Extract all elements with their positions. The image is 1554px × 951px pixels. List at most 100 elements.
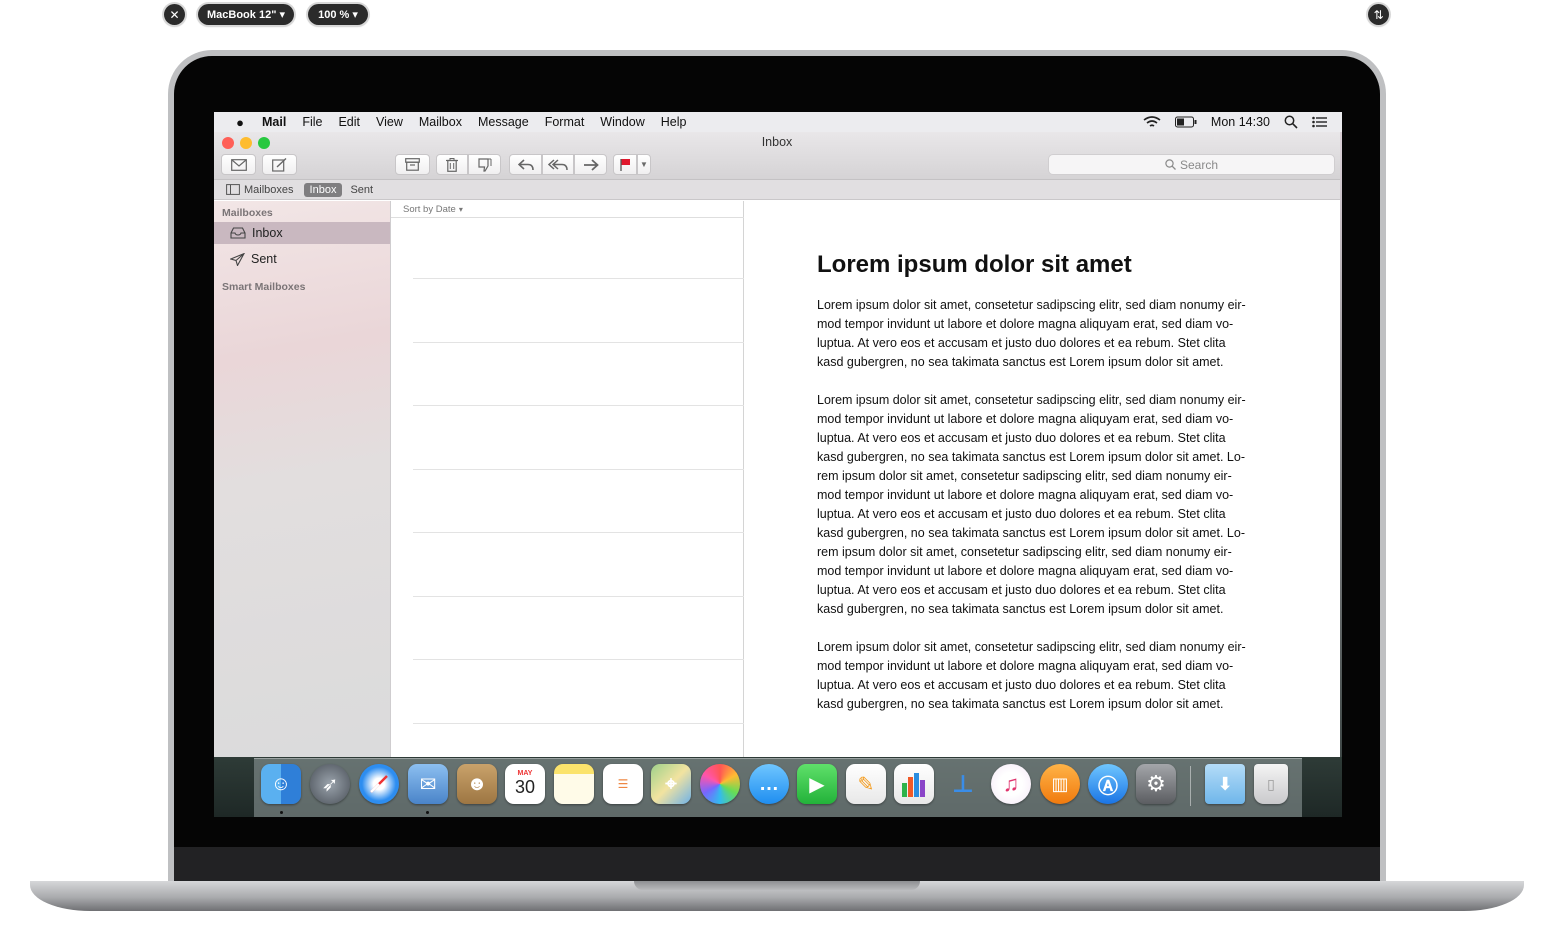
device-select[interactable]: MacBook 12" ▾ bbox=[198, 4, 294, 25]
preview-stage: ✕ MacBook 12" ▾ 100 % ▾ ⇅ ● Mail File Ed… bbox=[0, 0, 1554, 951]
facetime-icon[interactable]: ▶ bbox=[797, 764, 837, 804]
chevron-down-icon: ▾ bbox=[458, 204, 463, 214]
message-viewer: Lorem ipsum dolor sit amet Lorem ipsum d… bbox=[745, 201, 1340, 817]
window-title: Inbox bbox=[761, 135, 793, 149]
wifi-icon[interactable] bbox=[1143, 115, 1161, 129]
list-item-separator bbox=[413, 342, 744, 343]
reply-arrow-icon bbox=[517, 158, 534, 170]
search-placeholder: Search bbox=[1179, 157, 1219, 172]
get-mail-button[interactable] bbox=[221, 154, 256, 175]
mailboxes-label: Mailboxes bbox=[244, 183, 294, 196]
search-field[interactable]: Search bbox=[1048, 154, 1335, 175]
screen: ● Mail File Edit View Mailbox Message Fo… bbox=[214, 112, 1342, 817]
message-title: Lorem ipsum dolor sit amet bbox=[817, 251, 1132, 278]
message-paragraph-2: Lorem ipsum dolor sit amet, consetetur s… bbox=[817, 393, 1246, 616]
sidebar-item-label: Sent bbox=[251, 252, 277, 266]
sidebar-item-label: Inbox bbox=[252, 226, 283, 240]
compass-needle-icon bbox=[370, 775, 388, 793]
notification-center-icon[interactable] bbox=[1312, 116, 1328, 128]
list-item-separator bbox=[413, 532, 744, 533]
compose-icon bbox=[272, 157, 287, 172]
paper-plane-icon bbox=[230, 252, 245, 266]
trash-can-icon bbox=[446, 157, 458, 172]
close-icon: ✕ bbox=[169, 7, 180, 22]
rotate-icon: ⇅ bbox=[1373, 7, 1384, 22]
mail-window: Inbox ▼ Search Mailboxes Inbox Sent Mail… bbox=[214, 132, 1340, 817]
finder-icon[interactable]: ☺ bbox=[261, 764, 301, 804]
menu-window[interactable]: Window bbox=[600, 115, 644, 129]
spotlight-search-icon[interactable] bbox=[1284, 115, 1298, 129]
maps-icon[interactable]: ⌖ bbox=[651, 764, 691, 804]
flag-icon bbox=[619, 159, 630, 171]
app-store-icon[interactable]: Ⓐ bbox=[1088, 764, 1128, 804]
reply-all-button[interactable] bbox=[542, 154, 574, 175]
sort-by-date-button[interactable]: Sort by Date ▾ bbox=[391, 201, 744, 218]
calendar-icon[interactable]: MAY 30 bbox=[505, 764, 545, 804]
menu-view[interactable]: View bbox=[376, 115, 403, 129]
archive-box-icon bbox=[405, 158, 420, 171]
menu-clock[interactable]: Mon 14:30 bbox=[1211, 115, 1270, 129]
safari-icon[interactable] bbox=[359, 764, 399, 804]
flag-button[interactable] bbox=[613, 154, 637, 175]
menu-file[interactable]: File bbox=[302, 115, 322, 129]
close-preview-button[interactable]: ✕ bbox=[164, 4, 185, 25]
dock-divider bbox=[1190, 766, 1191, 806]
menu-message[interactable]: Message bbox=[478, 115, 529, 129]
reply-all-arrow-icon bbox=[548, 158, 568, 170]
list-item-separator bbox=[413, 659, 744, 660]
message-paragraph-3: Lorem ipsum dolor sit amet, consetetur s… bbox=[817, 640, 1246, 711]
menu-extras: Mon 14:30 bbox=[1143, 112, 1342, 132]
calendar-day: 30 bbox=[514, 777, 536, 797]
compose-button[interactable] bbox=[262, 154, 297, 175]
sidebar-icon bbox=[226, 184, 240, 195]
favorite-inbox[interactable]: Inbox bbox=[303, 182, 343, 197]
running-indicator bbox=[426, 811, 429, 814]
thumbs-down-icon bbox=[477, 157, 491, 172]
menu-help[interactable]: Help bbox=[661, 115, 687, 129]
trash-icon[interactable]: ▯ bbox=[1254, 764, 1288, 804]
flag-menu-button[interactable]: ▼ bbox=[637, 154, 651, 175]
mailbox-sidebar: Mailboxes Inbox Sent Smart Mailboxes bbox=[214, 201, 391, 817]
ibooks-icon[interactable]: ▥ bbox=[1040, 764, 1080, 804]
itunes-icon[interactable]: ♫ bbox=[991, 764, 1031, 804]
window-titlebar: Inbox ▼ Search bbox=[214, 132, 1340, 180]
menu-edit[interactable]: Edit bbox=[338, 115, 360, 129]
system-preferences-icon[interactable]: ⚙ bbox=[1136, 764, 1176, 804]
zoom-select[interactable]: 100 % ▾ bbox=[308, 4, 368, 25]
rotate-device-button[interactable]: ⇅ bbox=[1368, 4, 1389, 25]
junk-button[interactable] bbox=[468, 154, 501, 175]
favorite-sent[interactable]: Sent bbox=[350, 184, 373, 196]
delete-button[interactable] bbox=[436, 154, 468, 175]
notes-icon[interactable] bbox=[554, 764, 594, 804]
reply-button[interactable] bbox=[509, 154, 542, 175]
keynote-icon[interactable]: ⊥ bbox=[943, 764, 983, 804]
mailboxes-toggle-button[interactable]: Mailboxes bbox=[226, 184, 294, 196]
sidebar-item-sent[interactable]: Sent bbox=[214, 248, 390, 270]
menu-app-name[interactable]: Mail bbox=[262, 115, 286, 129]
pages-icon[interactable]: ✎ bbox=[846, 764, 886, 804]
menu-mailbox[interactable]: Mailbox bbox=[419, 115, 462, 129]
mail-icon[interactable]: ✉ bbox=[408, 764, 448, 804]
message-list: Sort by Date ▾ bbox=[391, 201, 744, 817]
list-item-separator bbox=[413, 405, 744, 406]
favorites-bar: Mailboxes Inbox Sent bbox=[214, 180, 1340, 200]
forward-arrow-icon bbox=[583, 158, 599, 171]
apple-menu-icon[interactable]: ● bbox=[232, 115, 248, 130]
list-item-separator bbox=[413, 723, 744, 724]
downloads-folder-icon[interactable]: ⬇ bbox=[1205, 764, 1245, 804]
list-item-separator bbox=[413, 596, 744, 597]
numbers-icon[interactable] bbox=[894, 764, 934, 804]
archive-button[interactable] bbox=[395, 154, 430, 175]
launchpad-icon[interactable]: ➶ bbox=[310, 764, 350, 804]
contacts-icon[interactable]: ☻ bbox=[457, 764, 497, 804]
menu-format[interactable]: Format bbox=[545, 115, 585, 129]
reminders-icon[interactable]: ☰ bbox=[603, 764, 643, 804]
inbox-tray-icon bbox=[230, 227, 246, 239]
calendar-month: MAY bbox=[517, 770, 533, 777]
photos-icon[interactable] bbox=[700, 764, 740, 804]
forward-button[interactable] bbox=[574, 154, 607, 175]
messages-icon[interactable]: … bbox=[749, 764, 789, 804]
battery-icon[interactable] bbox=[1174, 116, 1197, 128]
envelope-icon bbox=[230, 158, 247, 171]
sidebar-item-inbox[interactable]: Inbox bbox=[214, 222, 390, 244]
